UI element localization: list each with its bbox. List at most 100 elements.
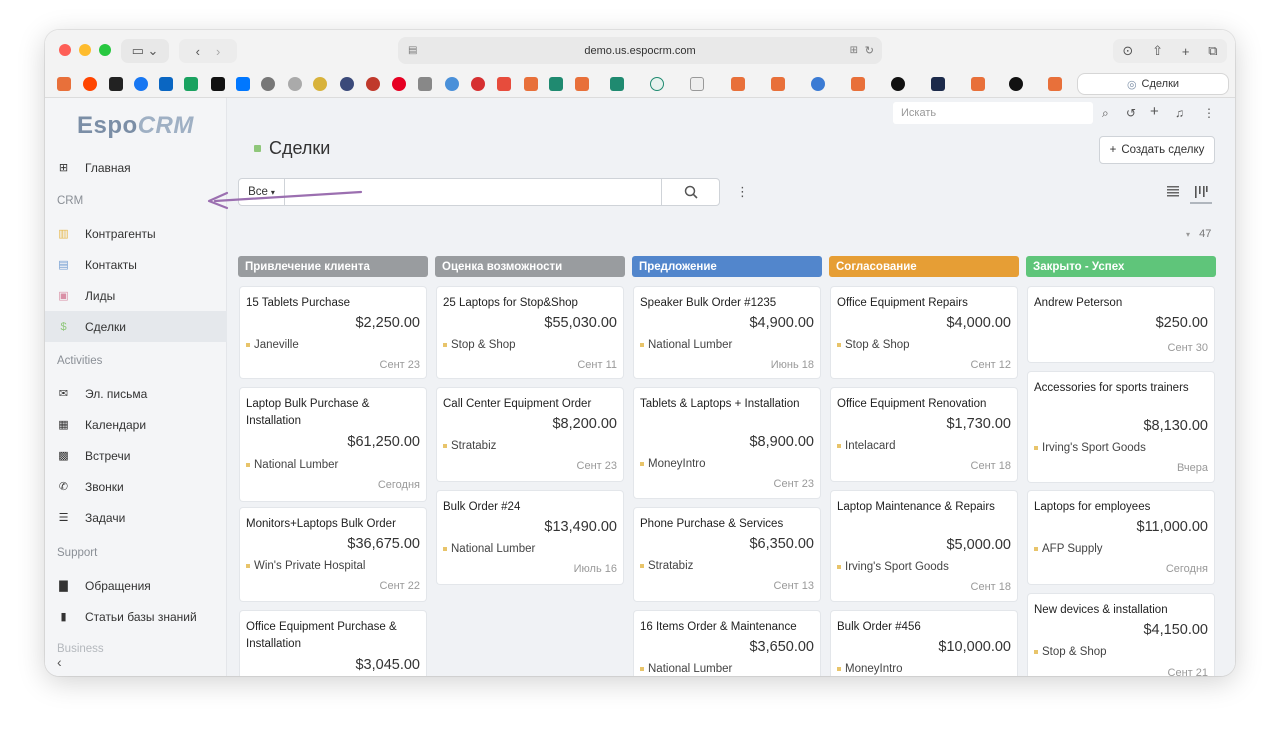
deal-account[interactable]: AFP Supply [1034,543,1103,555]
deal-card[interactable]: Laptops for employees $11,000.00 AFP Sup… [1028,491,1214,584]
site-icon[interactable] [931,77,945,91]
deal-account[interactable]: Stratabiz [443,440,496,452]
site-icon[interactable] [891,77,905,91]
deal-account[interactable]: MoneyIntro [640,458,706,470]
deal-card[interactable]: Andrew Peterson $250.00 Сент 30 [1028,287,1214,362]
compass-icon[interactable] [288,77,302,91]
site-icon[interactable] [549,77,563,91]
maximize-window-button[interactable] [99,44,111,56]
sidebar-item-cases[interactable]: ▇ Обращения [45,570,227,601]
translate-icon[interactable]: ⊞ [850,45,858,56]
deal-card[interactable]: Laptop Bulk Purchase & Installation $61,… [240,388,426,501]
deal-account[interactable]: National Lumber [640,339,732,351]
site-icon[interactable] [811,77,825,91]
deal-account[interactable]: Irving's Sport Goods [837,561,949,573]
settings-icon[interactable] [261,77,275,91]
reload-icon[interactable]: ↻ [865,44,874,57]
forward-icon[interactable]: › [216,44,220,59]
gitlab-icon[interactable] [851,77,865,91]
history-icon[interactable]: ↺ [1126,106,1136,120]
microphone-icon[interactable] [497,77,511,91]
deal-account[interactable]: Stop & Shop [1034,646,1107,658]
deal-account[interactable]: National Lumber [640,663,732,675]
deal-card[interactable]: 25 Laptops for Stop&Shop $55,030.00 Stop… [437,287,623,378]
vk-icon[interactable] [236,77,250,91]
back-icon[interactable]: ‹ [196,44,200,59]
gitlab-icon[interactable] [731,77,745,91]
deal-account[interactable]: Stop & Shop [837,339,910,351]
deal-account[interactable]: National Lumber [246,459,338,471]
site-icon[interactable] [418,77,432,91]
espocrm-logo[interactable]: EspoCRM [77,112,194,140]
deal-account[interactable]: Irving's Sport Goods [1034,442,1146,454]
deal-account[interactable]: Janeville [246,339,299,351]
bell-icon[interactable]: ♫ [1175,106,1184,120]
close-window-button[interactable] [59,44,71,56]
x-icon[interactable] [211,77,225,91]
site-icon[interactable] [366,77,380,91]
site-icon[interactable] [1009,77,1023,91]
active-tab[interactable]: ◎ Сделки [1077,73,1229,95]
site-icon[interactable] [650,77,664,91]
reddit-icon[interactable] [83,77,97,91]
facebook-icon[interactable] [134,77,148,91]
notion-icon[interactable] [690,77,704,91]
threads-icon[interactable] [109,77,123,91]
gitlab-icon[interactable] [971,77,985,91]
deal-card[interactable]: Office Equipment Renovation $1,730.00 In… [831,388,1017,481]
bookmark-icon[interactable] [184,77,198,91]
gitlab-icon[interactable] [575,77,589,91]
deal-account[interactable]: MoneyIntro [837,663,903,675]
sidebar-toggle-button[interactable]: ▭ ⌄ [121,39,169,63]
sidebar-item-home[interactable]: ⊞ Главная [45,152,227,183]
site-icon[interactable] [313,77,327,91]
deal-card[interactable]: Call Center Equipment Order $8,200.00 St… [437,388,623,481]
gitlab-icon[interactable] [524,77,538,91]
new-tab-icon[interactable]: + [1182,44,1190,59]
sidebar-item-opportunities[interactable]: $ Сделки [45,311,227,342]
tab-overview-icon[interactable]: ⧉ [1208,43,1217,59]
sidebar-item-leads[interactable]: ▣ Лиды [45,280,227,311]
site-icon[interactable] [610,77,624,91]
deal-account[interactable]: Intelacard [837,440,896,452]
deal-card[interactable]: Monitors+Laptops Bulk Order $36,675.00 W… [240,508,426,601]
deal-account[interactable]: National Lumber [443,543,535,555]
filter-options-icon[interactable]: ⋮ [736,184,749,200]
sidebar-item-meetings[interactable]: ▩ Встречи [45,440,227,471]
deal-card[interactable]: Office Equipment Purchase & Installation… [240,611,426,676]
deal-card[interactable]: 16 Items Order & Maintenance $3,650.00 N… [634,611,820,676]
global-search-input[interactable]: Искать [893,102,1093,124]
menu-kebab-icon[interactable]: ⋮ [1203,106,1215,120]
list-view-button[interactable] [1166,184,1180,202]
address-bar[interactable]: ▤ demo.us.espocrm.com ⊞ ↻ [398,37,882,64]
download-icon[interactable]: ⊙ [1122,43,1133,59]
sidebar-item-tasks[interactable]: ☰ Задачи [45,502,227,533]
quick-create-icon[interactable]: + [1150,103,1159,120]
linkedin-icon[interactable] [159,77,173,91]
sort-caret-icon[interactable]: ▾ [1186,230,1190,239]
site-icon[interactable] [445,77,459,91]
deal-card[interactable]: Accessories for sports trainers $8,130.0… [1028,372,1214,482]
sidebar-item-calendar[interactable]: ▦ Календари [45,409,227,440]
gitlab-icon[interactable] [771,77,785,91]
sidebar-item-calls[interactable]: ✆ Звонки [45,471,227,502]
deal-card[interactable]: Phone Purchase & Services $6,350.00 Stra… [634,508,820,601]
create-opportunity-button[interactable]: + Создать сделку [1099,136,1215,164]
gitlab-icon[interactable] [1048,77,1062,91]
sidebar-item-contacts[interactable]: ▤ Контакты [45,249,227,280]
sidebar-item-knowledge-base[interactable]: ▮ Статьи базы знаний [45,601,227,632]
deal-card[interactable]: Bulk Order #456 $10,000.00 MoneyIntro [831,611,1017,676]
deal-card[interactable]: Bulk Order #24 $13,490.00 National Lumbe… [437,491,623,584]
deal-card[interactable]: Tablets & Laptops + Installation $8,900.… [634,388,820,498]
sidebar-item-emails[interactable]: ✉ Эл. письма [45,378,227,409]
deal-account[interactable]: Stratabiz [640,560,693,572]
minimize-window-button[interactable] [79,44,91,56]
deal-card[interactable]: Office Equipment Repairs $4,000.00 Stop … [831,287,1017,378]
collapse-sidebar-icon[interactable]: ‹ [57,654,62,670]
deal-account[interactable]: Stop & Shop [443,339,516,351]
gear-icon[interactable] [340,77,354,91]
deal-card[interactable]: New devices & installation $4,150.00 Sto… [1028,594,1214,676]
share-icon[interactable]: ⇧ [1152,43,1163,59]
kanban-view-button[interactable] [1190,182,1212,204]
pinterest-icon[interactable] [392,77,406,91]
